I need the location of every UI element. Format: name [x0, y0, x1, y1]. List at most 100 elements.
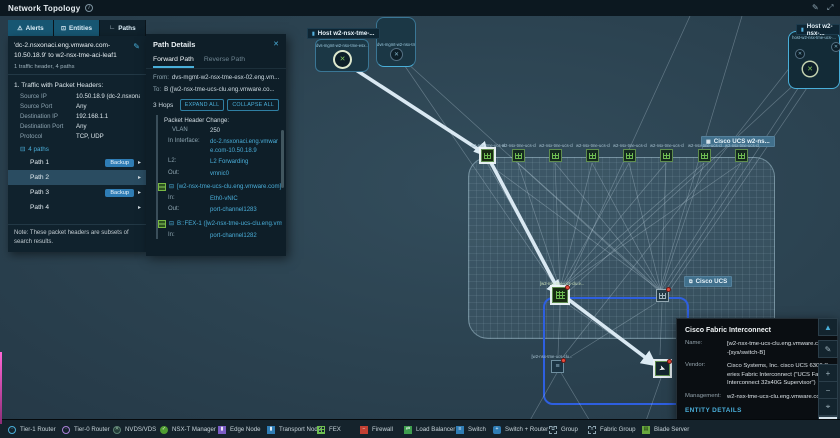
alert-badge: [666, 287, 671, 292]
host-label-right[interactable]: ▮ Host w2-nsx-...: [796, 24, 840, 35]
legend-bar: ◦Tier-1 Router ◦Tier-0 Router ✕NVDS/VDS …: [0, 419, 840, 438]
blade-server-node-highlighted[interactable]: [481, 149, 494, 162]
out-interface-link[interactable]: port-channel1283: [210, 206, 257, 214]
node-sub-icon[interactable]: ✕: [795, 49, 805, 59]
tab-forward-path[interactable]: Forward Path: [153, 56, 194, 68]
hops-count: 3 Hops: [153, 102, 173, 109]
collapse-icon[interactable]: ⊟: [169, 220, 174, 227]
path-row-1[interactable]: Path 1 Backup ▸: [8, 155, 146, 170]
page-title: Network Topology: [8, 4, 80, 13]
node-sub-icon[interactable]: ✕: [831, 42, 840, 52]
legend-fabric-group: πFabric Group: [588, 420, 636, 438]
alert-badge: [565, 285, 570, 290]
path-row-3[interactable]: Path 3 Backup ▸: [8, 185, 146, 200]
fullscreen-icon[interactable]: ⤢: [827, 3, 833, 13]
entity-details-link[interactable]: ENTITY DETAILS: [685, 407, 829, 414]
alert-badge: [561, 358, 566, 363]
chevron-right-icon[interactable]: ▸: [138, 159, 141, 166]
left-edge-accent: [0, 352, 2, 424]
legend-firewall: −Firewall: [360, 420, 393, 438]
hop-3-header[interactable]: ⊟ B::FEX-1 ([w2-nsx-tme-ucs-clu.eng.vmwa…: [158, 220, 282, 228]
node-host-mid[interactable]: dvs-mgmt-w2-nsx-tme-esx... ✕: [376, 17, 416, 67]
zoom-in-button[interactable]: +: [818, 364, 838, 382]
panel-note: Note: These packet headers are subsets o…: [8, 224, 146, 252]
path-row-2-selected[interactable]: Path 2 ▸: [8, 170, 146, 185]
ucs-group-label[interactable]: ⧉ Cisco UCS: [684, 276, 732, 287]
blade-server-node[interactable]: [512, 149, 525, 162]
fabric-group-icon: π: [588, 426, 596, 434]
collapse-all-button[interactable]: COLLAPSE ALL: [227, 99, 279, 111]
blade-server-node[interactable]: [698, 149, 711, 162]
path-row-4[interactable]: Path 4 ▸: [8, 200, 146, 215]
path-details-title: Path Details: [153, 40, 195, 49]
chevron-right-icon[interactable]: ▸: [138, 204, 141, 211]
legend-blade-server: ▤Blade Server: [642, 420, 689, 438]
tab-entities[interactable]: ⊡ Entities: [54, 20, 100, 36]
out-interface-link[interactable]: vmnic0: [210, 170, 229, 178]
firewall-icon: −: [360, 426, 368, 434]
fex-node-highlighted[interactable]: [552, 287, 568, 303]
info-icon[interactable]: i: [85, 4, 93, 12]
path-details-panel: Path Details ✕ Forward Path Reverse Path…: [146, 34, 286, 256]
blade-server-node[interactable]: [586, 149, 599, 162]
hop-3-title-link[interactable]: B::FEX-1 ([w2-nsx-tme-ucs-clu.eng.vmwa..…: [177, 220, 282, 227]
host-label-left[interactable]: ▮ Host w2-nsx-tme-...: [307, 28, 380, 39]
edge-node-icon: ▮: [218, 426, 226, 434]
zoom-out-button[interactable]: −: [818, 381, 838, 399]
entities-icon: ⊡: [61, 25, 66, 32]
fit-to-screen-button[interactable]: ⌖: [818, 398, 838, 416]
legend-load-balancer: ⇄Load Balancer: [404, 420, 455, 438]
fex-icon: [317, 426, 325, 434]
edit-button[interactable]: ✎: [818, 340, 838, 358]
node-host-esx[interactable]: dvs-mgmt-w2-nsx-tme-esx... ✕: [315, 39, 369, 72]
hop-2-header[interactable]: ⊟ [w2-nsx-tme-ucs-clu.eng.vmware.com]-(.…: [158, 183, 282, 191]
tab-alerts[interactable]: ⚠ Alerts: [8, 20, 54, 36]
blade-server-node[interactable]: [660, 149, 673, 162]
packet-header-change: Packet Header Change:: [164, 117, 282, 124]
fex-node[interactable]: [656, 289, 669, 302]
fabric-interconnect-node-hovered[interactable]: ➤: [655, 361, 670, 376]
paths-collapse-toggle[interactable]: ⊟ 4 paths: [20, 146, 140, 153]
nvds-vds-node-icon[interactable]: ✕: [390, 48, 403, 61]
in-interface-link[interactable]: Eth0-vNIC: [210, 195, 238, 203]
tab-reverse-path[interactable]: Reverse Path: [204, 56, 245, 68]
traffic-row: Destination IP192.168.1.1: [20, 113, 140, 120]
hop-timeline: [156, 115, 158, 239]
blade-server-node[interactable]: [735, 149, 748, 162]
legend-tier1-router: ◦Tier-1 Router: [8, 420, 56, 438]
query-card: 'dc-2.nsxonaci.eng.vmware.com-10.50.18.9…: [8, 36, 146, 75]
node-host-right[interactable]: host-w2-nsx-tme-ucs-... ✕ ✕ ✕: [788, 31, 840, 89]
nvds-vds-node-icon[interactable]: ✕: [803, 62, 817, 76]
legend-transport-node: ▮Transport Node: [267, 420, 321, 438]
query-title: 'dc-2.nsxonaci.eng.vmware.com-10.50.18.9…: [14, 41, 132, 60]
tooltip-title: Cisco Fabric Interconnect: [685, 327, 829, 334]
nvds-vds-node-icon[interactable]: ✕: [335, 52, 350, 67]
chevron-right-icon[interactable]: ▸: [138, 189, 141, 196]
close-icon[interactable]: ✕: [273, 40, 279, 49]
switch-node[interactable]: ≡: [551, 360, 564, 373]
traffic-row: ProtocolTCP, UDP: [20, 133, 140, 140]
network-topology-app: ▮ Host w2-nsx-tme-... dvs-mgmt-w2-nsx-tm…: [0, 0, 840, 438]
interface-link[interactable]: dc-2.nsxonaci.eng.vmware.com-10.50.18.9: [210, 138, 282, 155]
scrollbar-thumb[interactable]: [281, 130, 284, 188]
highlighted-path: [336, 57, 654, 364]
to-row: To: B ([w2-nsx-tme-ucs-clu.eng.vmware.co…: [153, 86, 279, 93]
warning-icon: ⚠: [17, 25, 22, 32]
switch-icon: ≡: [456, 426, 464, 434]
hop-list: Packet Header Change: VLAN250 In Interfa…: [156, 115, 282, 243]
chevron-right-icon[interactable]: ▸: [138, 174, 141, 181]
collapse-icon[interactable]: ⊟: [169, 183, 174, 190]
tab-paths[interactable]: ∟ Paths: [100, 20, 146, 36]
left-tab-bar: ⚠ Alerts ⊡ Entities ∟ Paths: [8, 20, 146, 36]
traffic-heading: 1. Traffic with Packet Headers:: [14, 82, 140, 89]
blade-server-node[interactable]: [623, 149, 636, 162]
expand-all-button[interactable]: EXPAND ALL: [180, 99, 225, 111]
in-interface-link[interactable]: port-channel1282: [210, 232, 257, 240]
tier0-router-icon: ◦: [62, 426, 70, 434]
edit-topology-icon[interactable]: ✎: [812, 3, 819, 12]
hop-2-title-link[interactable]: [w2-nsx-tme-ucs-clu.eng.vmware.com]-(...: [177, 183, 282, 190]
alert-badge: [667, 359, 672, 364]
layers-button[interactable]: ▲: [818, 318, 838, 336]
blade-server-node[interactable]: [549, 149, 562, 162]
edit-query-icon[interactable]: ✎: [133, 42, 140, 51]
